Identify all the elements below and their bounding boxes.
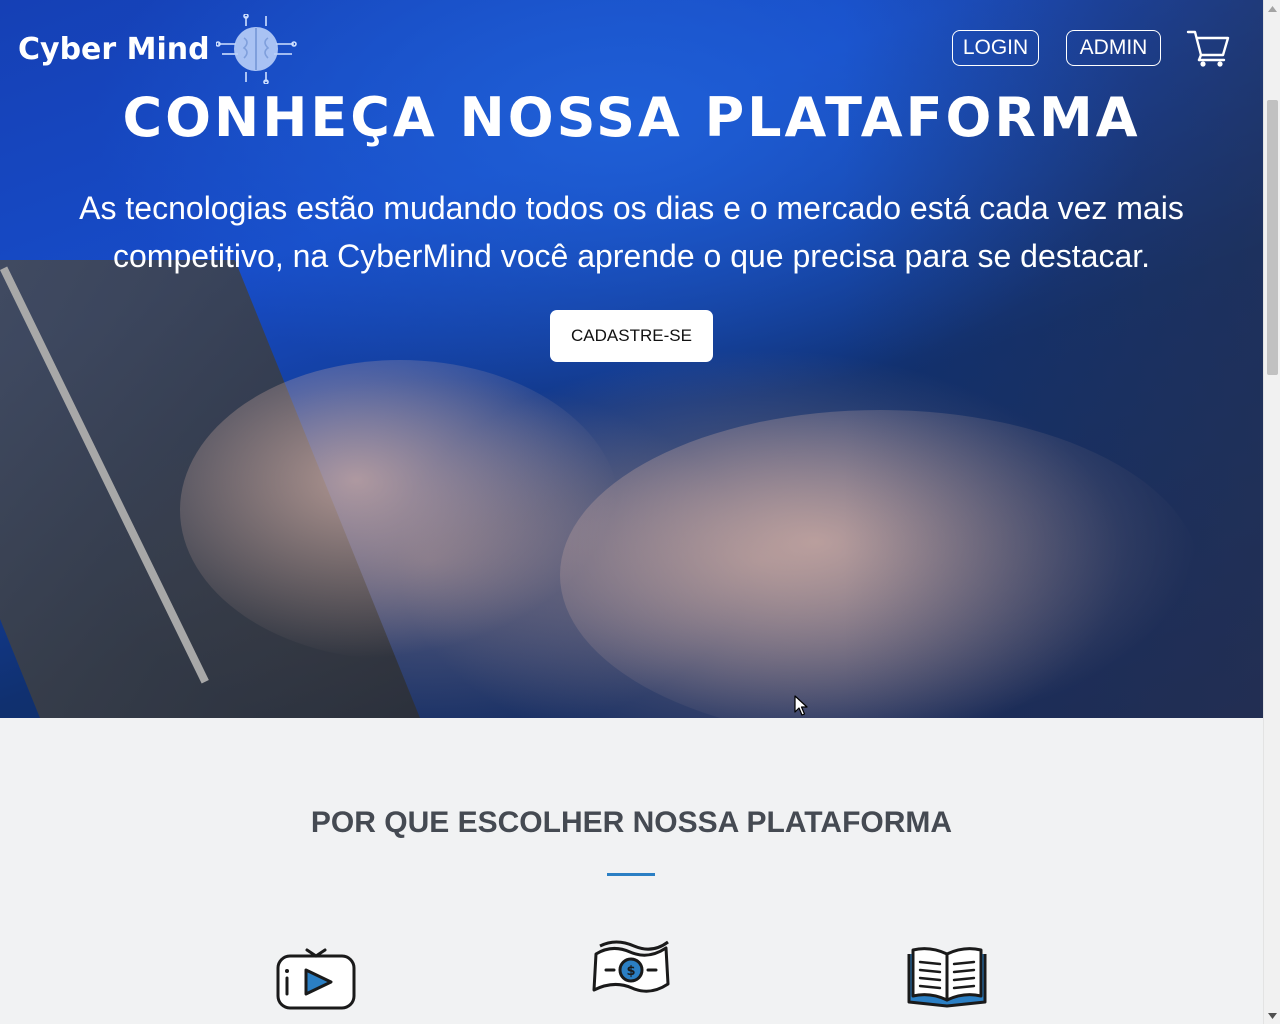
video-play-icon xyxy=(276,948,356,1010)
hero-title: CONHEÇA NOSSA PLATAFORMA xyxy=(122,86,1141,149)
signup-button[interactable]: CADASTRE-SE xyxy=(550,310,713,362)
scrollbar-thumb[interactable] xyxy=(1267,100,1278,375)
money-bill-icon: $ xyxy=(592,940,670,993)
features-title: POR QUE ESCOLHER NOSSA PLATAFORMA xyxy=(310,806,953,839)
scroll-down-icon[interactable] xyxy=(1264,1007,1280,1024)
brain-circuit-icon xyxy=(215,14,297,84)
login-button[interactable]: LOGIN xyxy=(952,30,1039,66)
admin-button[interactable]: ADMIN xyxy=(1066,30,1161,66)
open-book-icon xyxy=(907,947,987,1008)
brand-logo[interactable]: Cyber Mind xyxy=(18,14,298,84)
hero-banner: Cyber Mind LOGIN ADMIN CONHEÇA NOSSA PLA… xyxy=(0,0,1263,718)
hero-subtitle-line-2: competitivo, na CyberMind você aprende o… xyxy=(112,238,1151,274)
page: Cyber Mind LOGIN ADMIN CONHEÇA NOSSA PLA… xyxy=(0,0,1280,1024)
vertical-scrollbar[interactable] xyxy=(1263,0,1280,1024)
hero-hand-left xyxy=(180,360,620,660)
section-divider xyxy=(607,873,655,876)
brand-name: Cyber Mind xyxy=(18,31,210,67)
hero-subtitle-line-1: As tecnologias estão mudando todos os di… xyxy=(79,190,1184,226)
svg-text:$: $ xyxy=(626,964,635,979)
mouse-cursor-icon xyxy=(794,695,808,716)
hero-subtitle: As tecnologias estão mudando todos os di… xyxy=(40,184,1223,280)
features-section: POR QUE ESCOLHER NOSSA PLATAFORMA $ xyxy=(0,718,1263,1024)
scroll-up-icon[interactable] xyxy=(1264,0,1280,17)
cart-icon[interactable] xyxy=(1186,28,1230,68)
